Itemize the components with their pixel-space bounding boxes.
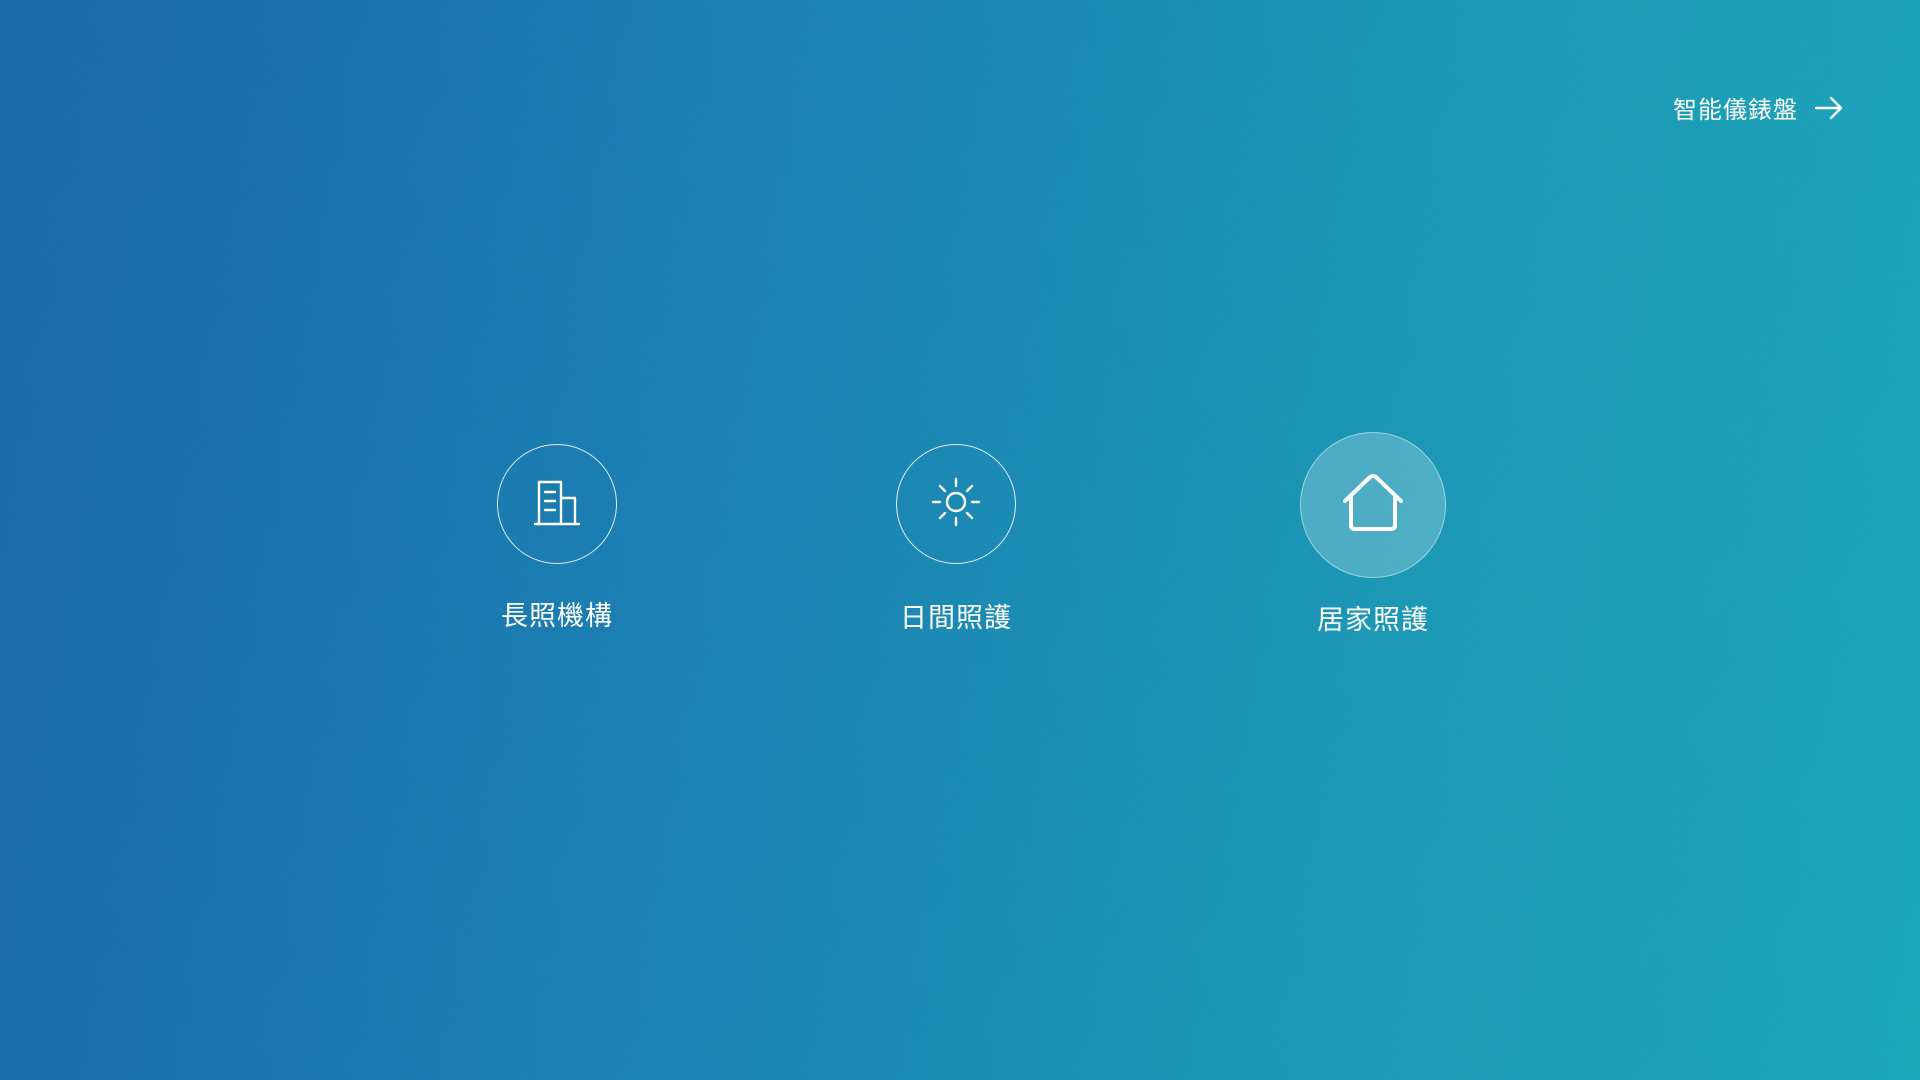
option-label: 日間照護 bbox=[900, 603, 1012, 634]
option-long-term-care[interactable]: 長照機構 bbox=[497, 444, 617, 633]
option-circle[interactable] bbox=[896, 444, 1016, 564]
building-icon bbox=[531, 476, 583, 532]
smart-dashboard-link[interactable]: 智能儀錶盤 bbox=[1673, 90, 1844, 125]
option-day-care[interactable]: 日間照護 bbox=[896, 444, 1016, 635]
smart-dashboard-label: 智能儀錶盤 bbox=[1673, 96, 1798, 124]
sun-icon bbox=[930, 476, 982, 532]
option-label: 長照機構 bbox=[501, 601, 613, 632]
option-label: 居家照護 bbox=[1317, 605, 1429, 636]
arrow-right-icon bbox=[1814, 96, 1844, 120]
option-home-care[interactable]: 居家照護 bbox=[1300, 432, 1446, 637]
option-circle[interactable] bbox=[497, 444, 617, 564]
home-icon bbox=[1339, 473, 1407, 537]
option-circle-selected[interactable] bbox=[1300, 432, 1446, 578]
